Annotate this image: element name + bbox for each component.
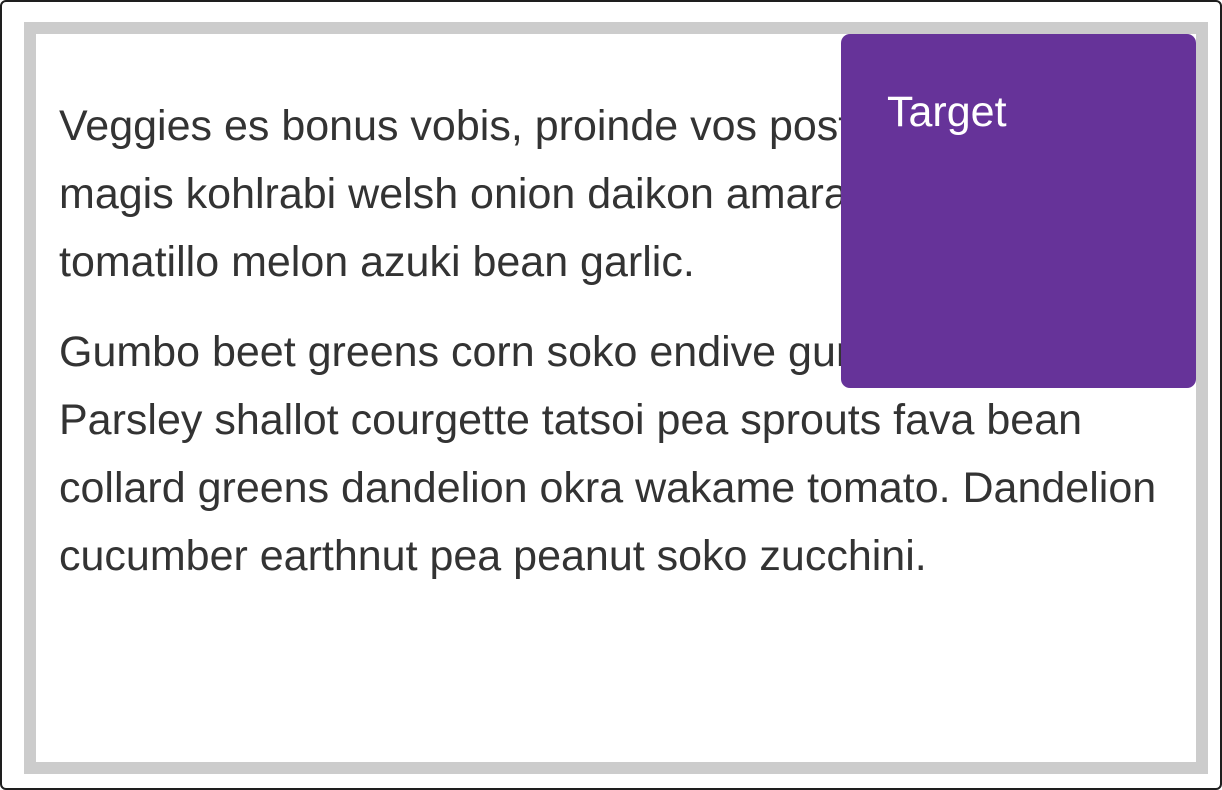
- page-frame: Veggies es bonus vobis, proinde vos post…: [0, 0, 1222, 790]
- target-box[interactable]: Target: [841, 34, 1196, 388]
- content-container: Veggies es bonus vobis, proinde vos post…: [24, 22, 1208, 774]
- target-label: Target: [887, 88, 1007, 136]
